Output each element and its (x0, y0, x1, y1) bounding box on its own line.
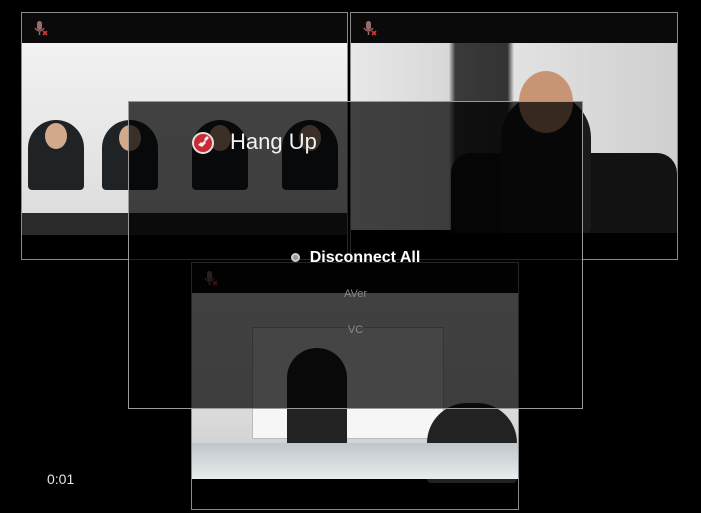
option-disconnect-all[interactable]: Disconnect All (129, 249, 582, 267)
pane-header (22, 13, 347, 43)
hang-up-dialog: Hang Up Disconnect All AVer VC (128, 101, 583, 409)
option-aver[interactable]: AVer (129, 288, 582, 300)
selected-radio-icon (290, 253, 300, 263)
option-label: VC (347, 324, 364, 336)
dialog-title: Hang Up (230, 129, 317, 154)
pane-header (351, 13, 677, 43)
option-label: AVer (343, 288, 368, 300)
participant-head (45, 123, 67, 149)
mic-muted-icon (363, 21, 377, 36)
glass-table (192, 443, 518, 479)
option-vc[interactable]: VC (129, 324, 582, 336)
hang-up-icon (192, 132, 214, 154)
call-timer: 0:01 (47, 471, 75, 487)
option-label: Disconnect All (309, 249, 421, 266)
mic-muted-icon (34, 21, 48, 36)
